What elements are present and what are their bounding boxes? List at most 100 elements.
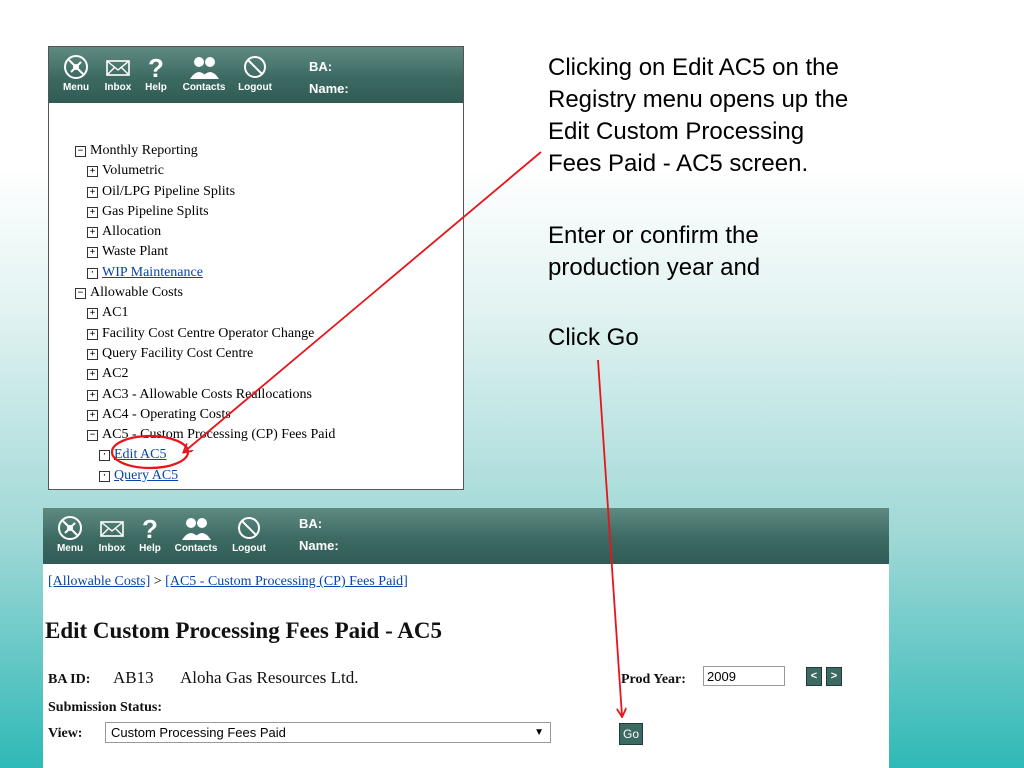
- breadcrumb-allowable-costs-link[interactable]: [Allowable Costs]: [48, 574, 150, 589]
- question-mark-icon: ?: [142, 514, 158, 542]
- help-label: Help: [139, 543, 161, 554]
- logout-button[interactable]: Logout: [227, 514, 271, 554]
- menu-compass-icon: [64, 55, 88, 79]
- registry-toolbar: Menu Inbox ? Help Contacts Logout BA: Na…: [49, 47, 463, 103]
- contacts-button[interactable]: Contacts: [171, 514, 221, 554]
- leaf-node-icon: ·: [99, 470, 110, 482]
- ba-label: BA:: [309, 59, 333, 74]
- breadcrumb-separator: >: [150, 574, 166, 589]
- inbox-button[interactable]: Inbox: [101, 53, 135, 93]
- logout-button[interactable]: Logout: [233, 53, 277, 93]
- tree-item[interactable]: + AC4 - Operating Costs: [75, 405, 455, 425]
- menu-button[interactable]: Menu: [53, 514, 87, 554]
- collapse-toggle-icon[interactable]: −: [75, 146, 86, 157]
- menu-compass-icon: [58, 516, 82, 540]
- expand-toggle-icon[interactable]: +: [87, 247, 98, 259]
- svg-text:?: ?: [142, 514, 158, 542]
- edit-toolbar: Menu Inbox ? Help Contacts Logout BA: Na…: [43, 508, 889, 564]
- tree-item[interactable]: + Gas Pipeline Splits: [75, 202, 455, 222]
- instruction-line-2: Registry menu opens up the: [548, 86, 849, 113]
- tree-item[interactable]: + Facility Cost Centre Operator Change: [75, 324, 455, 344]
- tree-item-label: Oil/LPG Pipeline Splits: [102, 183, 236, 199]
- leaf-node-icon: ·: [87, 267, 98, 279]
- registry-tree: − Monthly Reporting + Volumetric + Oil/LPG Pi…: [75, 141, 455, 486]
- tree-item-label: Waste Plant: [102, 244, 169, 260]
- leaf-node-icon: ·: [99, 450, 110, 462]
- menu-label: Menu: [56, 543, 84, 554]
- tree-item-link[interactable]: Edit AC5: [114, 447, 167, 462]
- tree-item[interactable]: − Allowable Costs: [75, 283, 455, 303]
- tree-item-label: Gas Pipeline Splits: [102, 203, 209, 219]
- help-button[interactable]: ? Help: [135, 514, 165, 554]
- contacts-button[interactable]: Contacts: [179, 53, 229, 93]
- company-name: Aloha Gas Resources Ltd.: [180, 668, 359, 687]
- tree-item-label: Volumetric: [102, 163, 164, 179]
- name-label: Name:: [299, 538, 339, 553]
- tree-item[interactable]: − Monthly Reporting: [75, 141, 455, 161]
- tree-item[interactable]: + Volumetric: [75, 161, 455, 181]
- svg-text:?: ?: [148, 53, 164, 81]
- tree-item[interactable]: · Edit AC5: [75, 445, 455, 465]
- tree-item-label: Facility Cost Centre Operator Change: [102, 325, 315, 341]
- view-select[interactable]: Custom Processing Fees Paid ▼: [105, 722, 551, 743]
- go-button[interactable]: Go: [619, 723, 643, 745]
- no-entry-icon: [238, 517, 260, 539]
- menu-label: Menu: [62, 82, 90, 93]
- prod-year-label: Prod Year:: [621, 672, 686, 687]
- tree-item-link[interactable]: Query AC5: [114, 468, 178, 483]
- ba-id-label: BA ID:: [48, 672, 91, 687]
- tree-item-label: AC4 - Operating Costs: [102, 406, 231, 422]
- expand-toggle-icon[interactable]: +: [87, 348, 98, 360]
- expand-toggle-icon[interactable]: +: [87, 206, 98, 218]
- tree-item[interactable]: · Query AC5: [75, 466, 455, 486]
- prev-year-button[interactable]: <: [806, 667, 822, 686]
- envelope-icon: [106, 60, 130, 76]
- inbox-label: Inbox: [98, 543, 126, 554]
- tree-item[interactable]: + AC3 - Allowable Costs Reallocations: [75, 385, 455, 405]
- tree-item-label: Monthly Reporting: [90, 143, 198, 158]
- expand-toggle-icon[interactable]: +: [87, 369, 98, 381]
- tree-item-label: AC5 - Custom Processing (CP) Fees Paid: [102, 427, 336, 443]
- ba-label: BA:: [299, 516, 323, 531]
- inbox-button[interactable]: Inbox: [95, 514, 129, 554]
- tree-item-label: AC3 - Allowable Costs Reallocations: [102, 386, 312, 402]
- prod-year-input[interactable]: [703, 666, 785, 686]
- inbox-label: Inbox: [104, 82, 132, 93]
- tree-item-label: Allocation: [102, 224, 162, 240]
- expand-toggle-icon[interactable]: +: [87, 227, 98, 239]
- tree-item[interactable]: − AC5 - Custom Processing (CP) Fees Paid: [75, 425, 455, 445]
- expand-toggle-icon[interactable]: +: [87, 389, 98, 401]
- expand-toggle-icon[interactable]: +: [87, 166, 98, 178]
- edit-ac5-panel: Menu Inbox ? Help Contacts Logout BA: Na…: [43, 508, 889, 768]
- registry-menu-panel: Menu Inbox ? Help Contacts Logout BA: Na…: [48, 46, 464, 490]
- menu-button[interactable]: Menu: [59, 53, 93, 93]
- tree-item[interactable]: + Waste Plant: [75, 242, 455, 262]
- help-button[interactable]: ? Help: [141, 53, 171, 93]
- expand-toggle-icon[interactable]: +: [87, 308, 98, 320]
- tree-item[interactable]: · WIP Maintenance: [75, 263, 455, 283]
- breadcrumb-ac5-link[interactable]: [AC5 - Custom Processing (CP) Fees Paid]: [165, 574, 408, 589]
- page-title: Edit Custom Processing Fees Paid - AC5: [45, 618, 442, 643]
- tree-item-label: Query Facility Cost Centre: [102, 345, 254, 361]
- no-entry-icon: [244, 56, 266, 78]
- expand-toggle-icon[interactable]: +: [87, 328, 98, 340]
- collapse-toggle-icon[interactable]: −: [75, 288, 86, 300]
- instruction-line-3: Edit Custom Processing: [548, 118, 805, 145]
- instruction-line-5: Enter or confirm the: [548, 222, 759, 249]
- people-icon: [190, 57, 219, 79]
- contacts-label: Contacts: [174, 543, 218, 554]
- tree-item[interactable]: + AC1: [75, 303, 455, 323]
- ba-id-value: AB13: [113, 668, 154, 687]
- envelope-icon: [100, 521, 124, 537]
- view-label: View:: [48, 726, 83, 741]
- tree-item-link[interactable]: WIP Maintenance: [102, 265, 203, 280]
- tree-item[interactable]: + AC2: [75, 364, 455, 384]
- expand-toggle-icon[interactable]: +: [87, 186, 98, 198]
- tree-item[interactable]: + Query Facility Cost Centre: [75, 344, 455, 364]
- people-icon: [182, 518, 211, 540]
- expand-toggle-icon[interactable]: +: [87, 409, 98, 421]
- collapse-toggle-icon[interactable]: −: [87, 430, 98, 442]
- tree-item[interactable]: + Allocation: [75, 222, 455, 242]
- next-year-button[interactable]: >: [826, 667, 842, 686]
- tree-item[interactable]: + Oil/LPG Pipeline Splits: [75, 182, 455, 202]
